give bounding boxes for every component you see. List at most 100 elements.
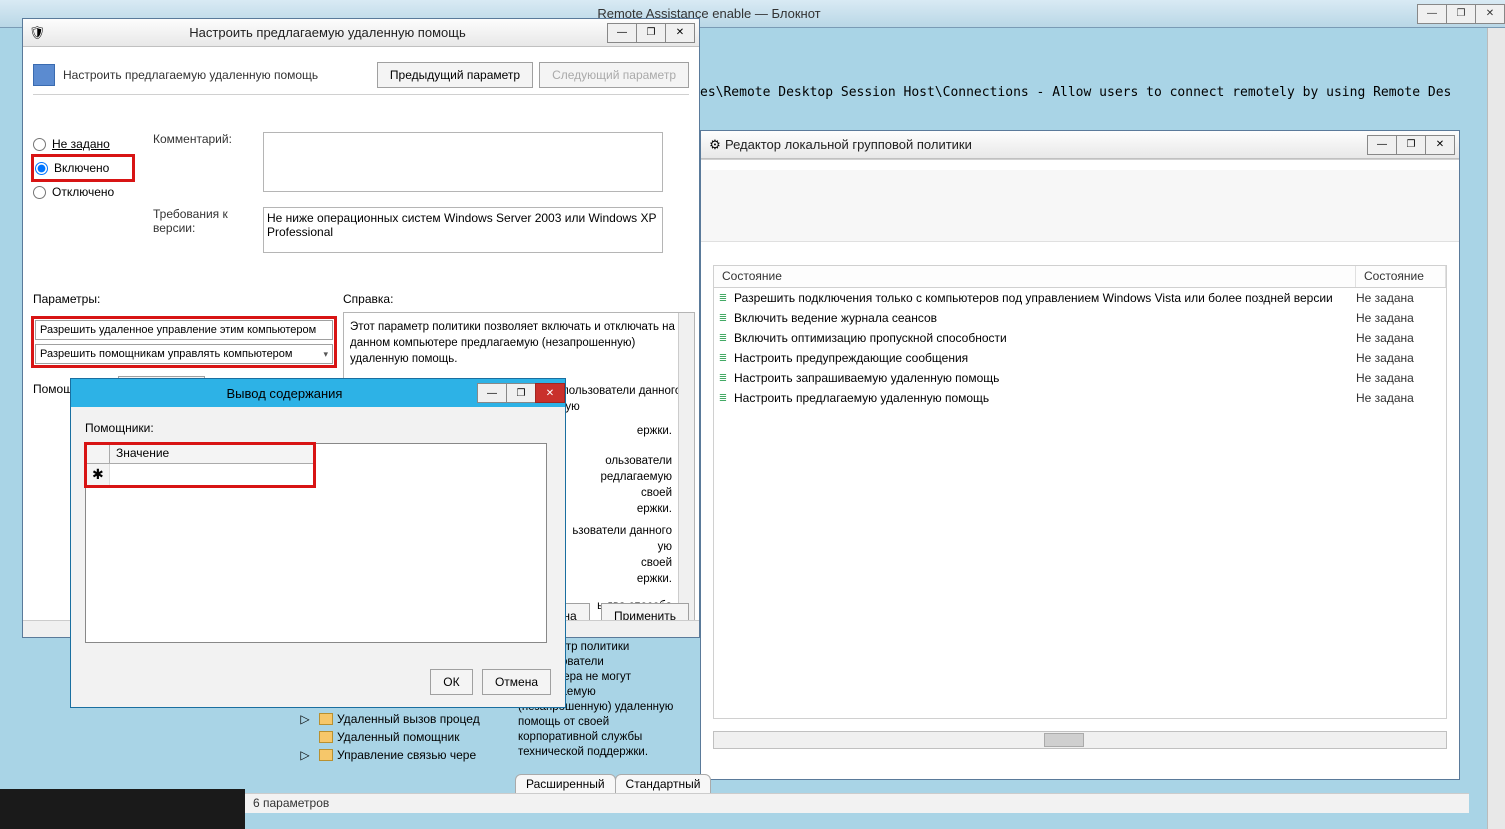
remote-control-dropdown[interactable]: Разрешить удаленное управление этим комп… [35, 320, 333, 340]
show-contents-dialog: Вывод содержания — ❐ ✕ Помощники: Значен… [70, 378, 566, 708]
policy-state: Не задана [1356, 371, 1446, 385]
policy-header: Настроить предлагаемую удаленную помощь … [33, 55, 689, 95]
dropdown-value: Разрешить помощникам управлять компьютер… [40, 348, 292, 360]
close-button[interactable]: ✕ [1475, 4, 1505, 24]
tree-fragment: ▷Удаленный вызов процед Удаленный помощн… [295, 710, 505, 764]
help-text-fragment: ьзователи данного ую своей ержки. [572, 523, 672, 587]
policy-state-radios: Не задано Включено Отключено [33, 132, 133, 204]
grid-column-value: Значение [110, 444, 314, 463]
policy-state: Не задана [1356, 311, 1446, 325]
radio-not-configured[interactable]: Не задано [33, 132, 133, 156]
policy-name: Настроить запрашиваемую удаленную помощь [732, 371, 1356, 385]
tree-node[interactable]: ▷Удаленный вызов процед [295, 710, 505, 728]
tab-extended[interactable]: Расширенный [515, 774, 616, 794]
policy-icon: ≣ [714, 353, 732, 364]
tree-node-label: Удаленный вызов процед [337, 712, 480, 726]
notepad-line: es\Remote Desktop Session Host\Connectio… [700, 84, 1505, 102]
policy-row[interactable]: ≣Включить оптимизацию пропускной способн… [714, 328, 1446, 348]
policy-dialog-icon: 🛡 [27, 25, 47, 41]
helpers-grid[interactable]: Значение ✱ [85, 443, 547, 643]
gpedit-toolbar [701, 170, 1459, 242]
policy-row[interactable]: ≣Настроить предупреждающие сообщенияНе з… [714, 348, 1446, 368]
policy-state: Не задана [1356, 391, 1446, 405]
gpedit-window: ⚙ Редактор локальной групповой политики … [700, 130, 1460, 780]
grid-newrow-indicator: ✱ [86, 464, 110, 485]
policy-state: Не задана [1356, 331, 1446, 345]
minimize-button[interactable]: — [607, 23, 637, 43]
minimize-button[interactable]: — [477, 383, 507, 403]
requirements-text: Не ниже операционных систем Windows Serv… [263, 207, 663, 253]
parameters-label: Параметры: [33, 292, 335, 306]
tab-standard[interactable]: Стандартный [615, 774, 712, 794]
close-button[interactable]: ✕ [1425, 135, 1455, 155]
folder-icon [319, 749, 333, 761]
tree-node[interactable]: Удаленный помощник [295, 728, 505, 746]
maximize-button[interactable]: ❐ [1396, 135, 1426, 155]
radio-disabled-input[interactable] [33, 186, 46, 199]
chevron-down-icon: ▾ [323, 349, 328, 360]
help-label: Справка: [343, 292, 695, 306]
taskbar-fragment [0, 789, 245, 829]
radio-enabled-input[interactable] [35, 162, 48, 175]
tree-node[interactable]: ▷Управление связью чере [295, 746, 505, 764]
radio-not-configured-label: Не задано [52, 137, 110, 151]
previous-setting-button[interactable]: Предыдущий параметр [377, 62, 533, 88]
gpedit-hscrollbar[interactable] [713, 731, 1447, 749]
comment-textarea[interactable] [263, 132, 663, 192]
gpedit-title: Редактор локальной групповой политики [725, 137, 1368, 152]
help-vscrollbar[interactable] [678, 313, 694, 621]
help-text-fragment: ользователи редлагаемую своей ержки. [601, 453, 673, 517]
policy-icon: ≣ [714, 393, 732, 404]
folder-icon [319, 731, 333, 743]
radio-disabled[interactable]: Отключено [33, 180, 133, 204]
dropdown-value: Разрешить удаленное управление этим комп… [40, 324, 316, 336]
policy-name: Настроить предлагаемую удаленную помощь [732, 391, 1356, 405]
gpedit-icon: ⚙ [705, 137, 725, 153]
tree-node-label: Управление связью чере [337, 748, 476, 762]
policy-titlebar: 🛡 Настроить предлагаемую удаленную помощ… [23, 19, 699, 47]
radio-disabled-label: Отключено [52, 185, 114, 199]
statusbar-text: 6 параметров [253, 796, 329, 810]
folder-icon [319, 713, 333, 725]
cancel-button[interactable]: Отмена [482, 669, 551, 695]
policy-row[interactable]: ≣Настроить предлагаемую удаленную помощь… [714, 388, 1446, 408]
close-button[interactable]: ✕ [535, 383, 565, 403]
policy-row[interactable]: ≣Разрешить подключения только с компьюте… [714, 288, 1446, 308]
grid-cell-value[interactable] [110, 464, 314, 485]
policy-header-icon [33, 64, 55, 86]
help-text-fragment: ержки. [637, 423, 672, 439]
policy-name: Настроить предупреждающие сообщения [732, 351, 1356, 365]
view-tabs: Расширенный Стандартный [515, 774, 710, 794]
policy-state: Не задана [1356, 351, 1446, 365]
radio-enabled[interactable]: Включено [33, 156, 133, 180]
maximize-button[interactable]: ❐ [636, 23, 666, 43]
tree-node-label: Удаленный помощник [337, 730, 460, 744]
ok-button[interactable]: ОК [430, 669, 472, 695]
gpedit-list-header: Состояние Состояние [714, 266, 1446, 288]
gpedit-list[interactable]: Состояние Состояние ≣Разрешить подключен… [713, 265, 1447, 719]
policy-icon: ≣ [714, 373, 732, 384]
helpers-control-dropdown[interactable]: Разрешить помощникам управлять компьютер… [35, 344, 333, 364]
close-button[interactable]: ✕ [665, 23, 695, 43]
minimize-button[interactable]: — [1367, 135, 1397, 155]
next-setting-button[interactable]: Следующий параметр [539, 62, 689, 88]
requirements-label: Требования к версии: [153, 207, 263, 235]
policy-name: Включить оптимизацию пропускной способно… [732, 331, 1356, 345]
gpedit-titlebar: ⚙ Редактор локальной групповой политики … [701, 131, 1459, 159]
policy-state: Не задана [1356, 291, 1446, 305]
radio-enabled-label: Включено [54, 161, 109, 175]
policy-row[interactable]: ≣Настроить запрашиваемую удаленную помощ… [714, 368, 1446, 388]
grid-row-new[interactable]: ✱ [86, 464, 314, 486]
column-state: Состояние [1356, 266, 1446, 287]
scrollbar-thumb[interactable] [1044, 733, 1084, 747]
show-contents-titlebar: Вывод содержания — ❐ ✕ [71, 379, 565, 407]
radio-not-configured-input[interactable] [33, 138, 46, 151]
policy-header-name: Настроить предлагаемую удаленную помощь [63, 68, 371, 82]
policy-row[interactable]: ≣Включить ведение журнала сеансовНе зада… [714, 308, 1446, 328]
helpers-grid-label: Помощники: [85, 421, 551, 435]
maximize-button[interactable]: ❐ [1446, 4, 1476, 24]
show-contents-title: Вывод содержания [91, 386, 478, 401]
maximize-button[interactable]: ❐ [506, 383, 536, 403]
column-name: Состояние [714, 266, 1356, 287]
minimize-button[interactable]: — [1417, 4, 1447, 24]
